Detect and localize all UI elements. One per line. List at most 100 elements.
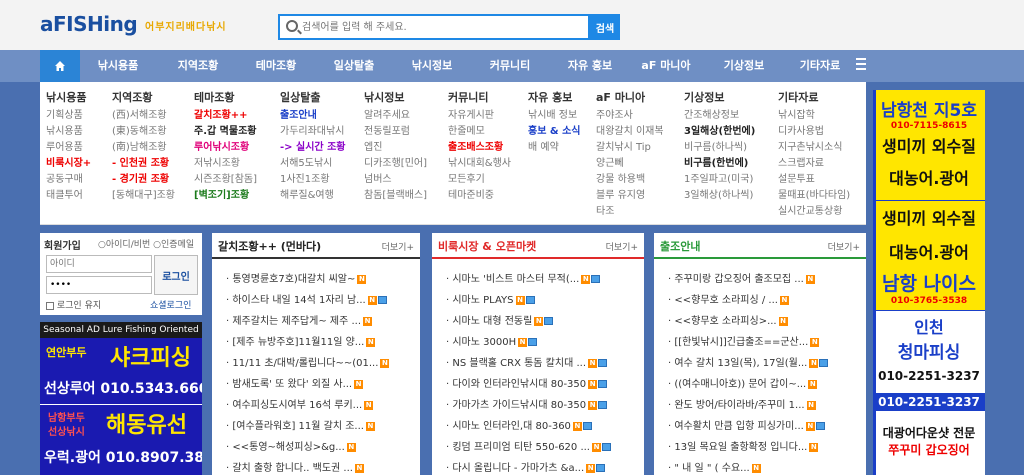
menu-link[interactable]: 해루질&여행 xyxy=(280,188,346,204)
nav-item-info[interactable]: 낚시정보 xyxy=(392,50,472,82)
menu-link[interactable]: 비구름(한번에) xyxy=(684,156,755,172)
list-item[interactable]: · 13일 목요일 출항확정 입니다... N xyxy=(668,437,828,458)
list-item[interactable]: · 가마가츠 가이드낚시대 80-350 N xyxy=(446,395,611,416)
menu-link[interactable]: 실시간교통상황 xyxy=(778,204,850,220)
post-title[interactable]: · 여수활치 만큼 입항 피싱가미... xyxy=(668,421,804,432)
post-title[interactable]: · 주꾸미랑 갑오징어 출조모집 ... xyxy=(668,274,804,285)
ad-namhang-nice[interactable]: 생미끼 외수질 대농어.광어 남항 나이스 010-3765-3538 xyxy=(873,200,985,310)
menu-link[interactable]: (南)남해조황 xyxy=(112,140,175,156)
post-title[interactable]: · 다시 올립니다 - 가마가츠 &a... xyxy=(446,463,584,474)
list-item[interactable]: · <<향무호 소라피싱>... N xyxy=(668,311,828,332)
menu-link[interactable]: 간조해상정보 xyxy=(684,108,755,124)
post-title[interactable]: · <<향무호 소라피싱>... xyxy=(668,316,777,327)
password-input[interactable] xyxy=(46,276,152,294)
nav-item-promo[interactable]: 자유 홍보 xyxy=(550,50,630,82)
menu-link[interactable]: 낚시용품 xyxy=(46,124,91,140)
post-title[interactable]: · <<통영~해성피싱>&g... xyxy=(226,442,345,453)
post-title[interactable]: · 여수피싱도시여부 16석 루키... xyxy=(226,400,362,411)
post-title[interactable]: · 시마노 대형 전동릴 xyxy=(446,316,532,327)
post-title[interactable]: · 여수 갈치 13일(목), 17일(월... xyxy=(668,358,807,369)
menu-link[interactable]: 비룩시장+ xyxy=(46,156,91,172)
list-item[interactable]: · " 내 일 " ( 수요... N xyxy=(668,458,828,475)
site-logo[interactable]: aFISHing xyxy=(40,12,138,36)
post-title[interactable]: · [여수플라워호] 11월 갈치 조... xyxy=(226,421,364,432)
post-title[interactable]: · ((여수매니아호)) 문어 갑이~... xyxy=(668,379,806,390)
list-item[interactable]: · <<통영~해성피싱>&g... N xyxy=(226,437,389,458)
list-item[interactable]: · 다시 올립니다 - 가마가츠 &a... N xyxy=(446,458,611,475)
list-item[interactable]: · <<향무호 소라피싱 / ... N xyxy=(668,290,828,311)
menu-link[interactable]: 홍보 & 소식 xyxy=(528,124,580,140)
menu-link[interactable]: 타조 xyxy=(596,204,664,220)
list-item[interactable]: · 하이스타 내일 14석 1자리 남... N xyxy=(226,290,389,311)
search-button[interactable]: 검색 xyxy=(590,14,620,40)
post-title[interactable]: · 완도 방어/타이라바/주꾸미 1... xyxy=(668,400,805,411)
menu-link[interactable]: 1주일파고(미국) xyxy=(684,172,755,188)
menu-icon[interactable] xyxy=(856,58,866,72)
post-title[interactable]: · 하이스타 내일 14석 1자리 남... xyxy=(226,295,366,306)
menu-link[interactable]: 양근뻬 xyxy=(596,156,664,172)
board-title[interactable]: 출조안내 xyxy=(660,238,700,254)
list-item[interactable]: · [제주 뉴방주호]11월11일 양... N xyxy=(226,332,389,353)
menu-link[interactable]: 설문투표 xyxy=(778,172,850,188)
ad-bottom[interactable]: 대광어다운샷 전문 쭈꾸미 갑오징어 xyxy=(873,422,985,475)
menu-link[interactable]: 3일해상(하나씩) xyxy=(684,188,755,204)
menu-link[interactable]: 출조안내 xyxy=(280,108,346,124)
menu-link[interactable]: 1사진1조황 xyxy=(280,172,346,188)
list-item[interactable]: · 시마노 PLAYS N xyxy=(446,290,611,311)
menu-link[interactable]: (西)서해조황 xyxy=(112,108,175,124)
menu-link[interactable]: (東)동해조황 xyxy=(112,124,175,140)
list-item[interactable]: · 여수피싱도시여부 16석 루키... N xyxy=(226,395,389,416)
menu-link[interactable]: 가두리좌대낚시 xyxy=(280,124,346,140)
radio-cert[interactable]: ○ xyxy=(153,240,161,250)
list-item[interactable]: · 통영명륜호7호)대갈치 씨알~ N xyxy=(226,269,389,290)
list-item[interactable]: · 시마노 대형 전동릴 N xyxy=(446,311,611,332)
post-title[interactable]: · 가마가츠 가이드낚시대 80-350 xyxy=(446,400,586,411)
nav-item-region[interactable]: 지역조황 xyxy=(158,50,238,82)
list-item[interactable]: · 킹덤 프리미엄 티탄 550-620 ... N xyxy=(446,437,611,458)
post-title[interactable]: · 갈치 출항 합니다.. 백도권 ... xyxy=(226,463,353,474)
list-item[interactable]: · 제주갈치는 제주답게~ 제주 ... N xyxy=(226,311,389,332)
left-ad-banner[interactable]: Seasonal AD Lure Fishing Oriented 연안부두 샤… xyxy=(40,322,202,475)
nav-item-weather[interactable]: 기상정보 xyxy=(704,50,784,82)
menu-link[interactable]: 블루 유지영 xyxy=(596,188,664,204)
post-title[interactable]: · 킹덤 프리미엄 티탄 550-620 ... xyxy=(446,442,590,453)
list-item[interactable]: · 여수활치 만큼 입항 피싱가미... N xyxy=(668,416,828,437)
menu-link[interactable]: 저낚시조황 xyxy=(194,156,257,172)
menu-link[interactable]: 낚시배 정보 xyxy=(528,108,580,124)
list-item[interactable]: · 밤새도록' 또 왔다' 외질 사... N xyxy=(226,374,389,395)
menu-link[interactable]: 디카조행[민어] xyxy=(364,156,427,172)
post-title[interactable]: · <<향무호 소라피싱 / ... xyxy=(668,295,778,306)
post-title[interactable]: · 다이와 인터라인낚시대 80-350 xyxy=(446,379,586,390)
nav-item-community[interactable]: 커뮤니티 xyxy=(470,50,550,82)
more-link[interactable]: 더보기+ xyxy=(828,240,860,253)
post-title[interactable]: · 시마노 '비스트 마스터 무적(... xyxy=(446,274,579,285)
list-item[interactable]: · ((여수매니아호)) 문어 갑이~... N xyxy=(668,374,828,395)
list-item[interactable]: · 시마노 인터라인,대 80-360 N xyxy=(446,416,611,437)
post-title[interactable]: · NS 블랙홀 CRX 통돔 칼치대 ... xyxy=(446,358,586,369)
post-title[interactable]: · [[한빛낚시]]긴급출조==군산... xyxy=(668,337,808,348)
menu-link[interactable]: 태클투어 xyxy=(46,188,91,204)
menu-link[interactable]: 지구촌낚시소식 xyxy=(778,140,850,156)
list-item[interactable]: · [[한빛낚시]]긴급출조==군산... N xyxy=(668,332,828,353)
menu-link[interactable]: 물때표(바다타임) xyxy=(778,188,850,204)
social-login-link[interactable]: 쇼셜로그인 xyxy=(150,298,191,311)
menu-link[interactable]: 모든후기 xyxy=(448,172,511,188)
ad-cheongma[interactable]: 인천 청마피싱 010-2251-3237 010-2251-3237 xyxy=(873,310,985,422)
nav-item-mania[interactable]: aF 마니아 xyxy=(626,50,706,82)
menu-link[interactable]: 주야조사 xyxy=(596,108,664,124)
ad-namhang-5[interactable]: 남항천 지5호 010-7115-8615 생미끼 외수질 대농어.광어 xyxy=(873,90,985,200)
menu-link[interactable]: 3일해상(한번에) xyxy=(684,124,755,140)
menu-link[interactable]: 주.갑 멱물조황 xyxy=(194,124,257,140)
list-item[interactable]: · 주꾸미랑 갑오징어 출조모집 ... N xyxy=(668,269,828,290)
menu-link[interactable]: 엡진 xyxy=(364,140,427,156)
menu-link[interactable]: 비구름(하나씩) xyxy=(684,140,755,156)
post-title[interactable]: · 13일 목요일 출항확정 입니다... xyxy=(668,442,807,453)
menu-link[interactable]: 루어용품 xyxy=(46,140,91,156)
menu-link[interactable]: 강물 하용백 xyxy=(596,172,664,188)
home-button[interactable] xyxy=(40,50,80,82)
nav-item-etc[interactable]: 기타자료 xyxy=(780,50,860,82)
post-title[interactable]: · 통영명륜호7호)대갈치 씨알~ xyxy=(226,274,355,285)
more-link[interactable]: 더보기+ xyxy=(606,240,638,253)
menu-link[interactable]: 넘버스 xyxy=(364,172,427,188)
menu-link[interactable]: 출조배스조황 xyxy=(448,140,511,156)
